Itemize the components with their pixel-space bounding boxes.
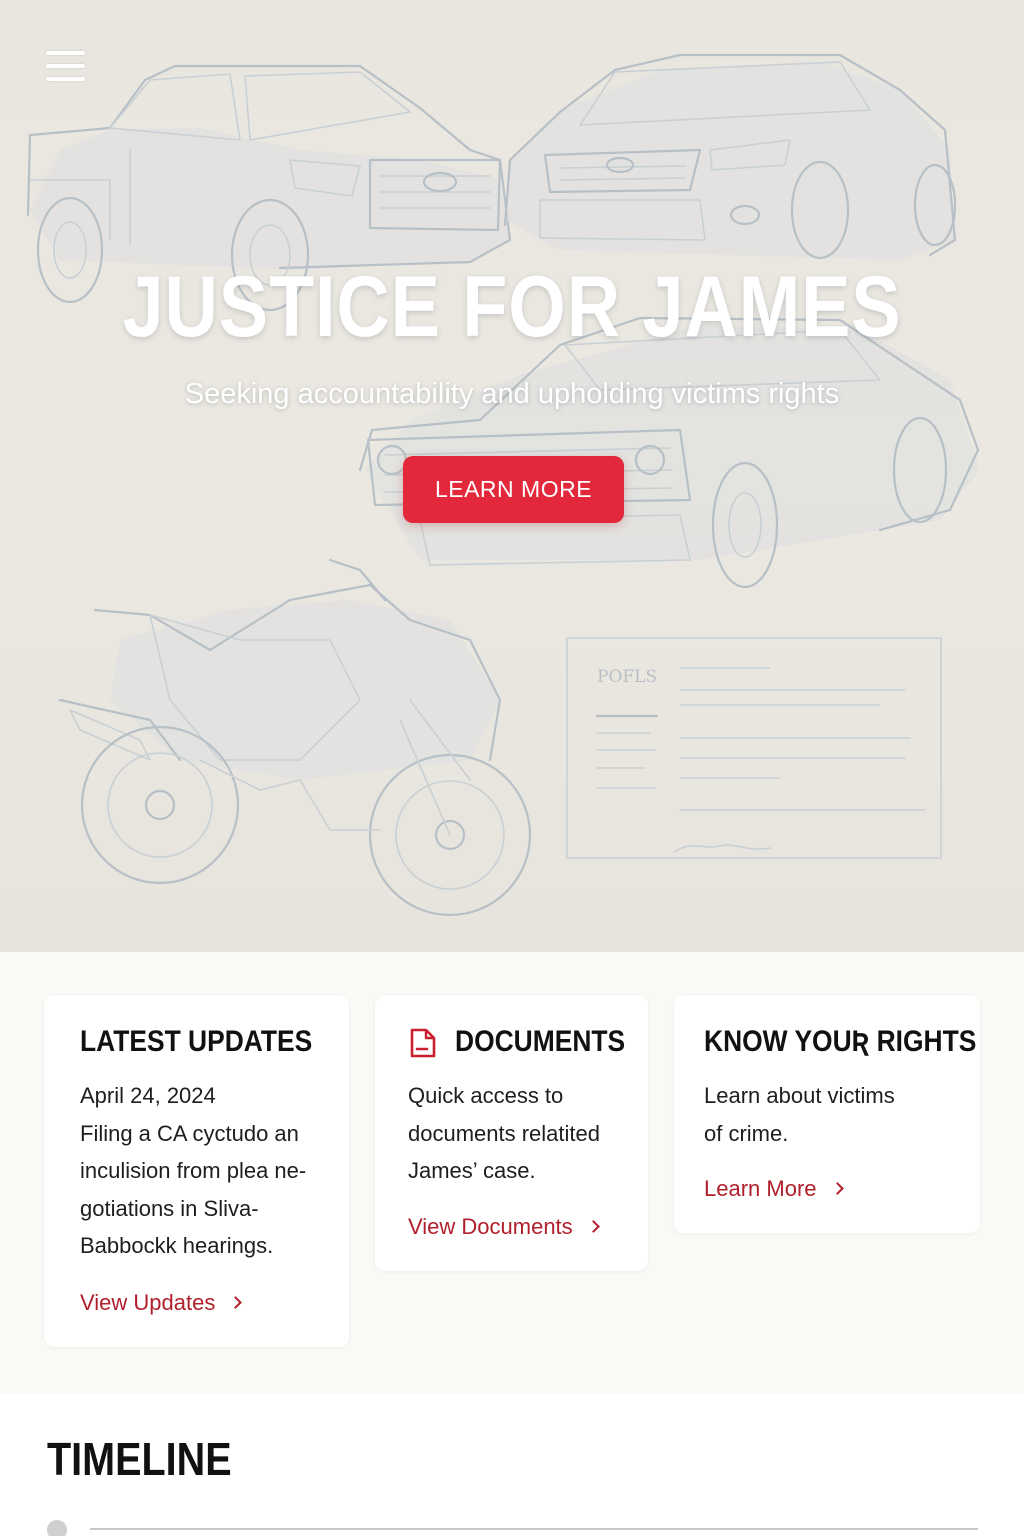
learn-more-link[interactable]: Learn More bbox=[704, 1176, 844, 1202]
latest-updates-title: LATEST UPDATES bbox=[80, 1025, 313, 1058]
know-your-rights-title: KNOW YOUƦ RIGHTS bbox=[704, 1025, 977, 1058]
hamburger-menu-icon[interactable] bbox=[46, 50, 86, 82]
update-text-line: Filing a CA cyctudo an bbox=[80, 1120, 299, 1146]
view-documents-link[interactable]: View Documents bbox=[408, 1214, 600, 1240]
documents-text-line: James’ case. bbox=[408, 1158, 536, 1183]
timeline-marker bbox=[47, 1520, 67, 1536]
hero-section: POFLS JUSTICE FOR JAMES Seeking accounta… bbox=[0, 0, 1024, 952]
document-icon bbox=[410, 1028, 436, 1058]
muscle-car-sketch bbox=[358, 316, 980, 589]
hero-subtitle: Seeking accountability and upholding vic… bbox=[184, 378, 840, 410]
documents-body: Quick access to documents relatited Jame… bbox=[408, 1077, 643, 1190]
doc-sketch-text: POFLS bbox=[597, 667, 657, 687]
update-text-line: Babbockk hearings. bbox=[80, 1233, 274, 1258]
police-report-sketch: POFLS bbox=[566, 637, 942, 859]
latest-updates-body: April 24, 2024 Filing a CA cyctudo an in… bbox=[80, 1077, 340, 1265]
timeline-title: TIMELINE bbox=[47, 1433, 232, 1485]
update-text-line: gotiations in Sliva- bbox=[80, 1195, 259, 1221]
latest-updates-card: LATEST UPDATES April 24, 2024 Filing a C… bbox=[44, 995, 349, 1347]
know-your-rights-card: KNOW YOUƦ RIGHTS Learn about victims of … bbox=[674, 995, 980, 1233]
rights-text-line: of crime. bbox=[704, 1120, 789, 1146]
motorcycle-sketch bbox=[58, 558, 532, 917]
documents-text-line: documents relatited bbox=[408, 1120, 600, 1146]
learn-more-label: Learn More bbox=[704, 1176, 817, 1201]
learn-more-button[interactable]: LEARN MORE bbox=[403, 456, 624, 523]
chevron-right-icon bbox=[830, 1182, 844, 1195]
timeline-section: TIMELINE bbox=[0, 1394, 1024, 1536]
rights-text-line: Learn about victims bbox=[704, 1083, 895, 1108]
menu-bar bbox=[46, 51, 85, 55]
hero-title: JUSTICE FOR JAMES bbox=[122, 259, 902, 355]
update-date: April 24, 2024 bbox=[80, 1083, 216, 1108]
chevron-right-icon bbox=[229, 1296, 243, 1309]
update-text-line: inculision from plea ne- bbox=[80, 1158, 307, 1183]
know-your-rights-body: Learn about victims of crime. bbox=[704, 1077, 964, 1152]
chevron-right-icon bbox=[586, 1220, 600, 1233]
documents-text-line: Quick access to bbox=[408, 1083, 564, 1108]
documents-title: DOCUMENTS bbox=[455, 1025, 626, 1058]
view-updates-label: View Updates bbox=[80, 1290, 216, 1315]
sedan-sketch bbox=[503, 53, 957, 260]
timeline-line bbox=[90, 1528, 978, 1530]
view-documents-label: View Documents bbox=[408, 1214, 573, 1239]
menu-bar bbox=[46, 77, 85, 81]
documents-card: DOCUMENTS Quick access to documents rela… bbox=[375, 995, 648, 1271]
menu-bar bbox=[46, 64, 85, 68]
info-cards-section: LATEST UPDATES April 24, 2024 Filing a C… bbox=[0, 952, 1024, 1394]
view-updates-link[interactable]: View Updates bbox=[80, 1290, 243, 1316]
